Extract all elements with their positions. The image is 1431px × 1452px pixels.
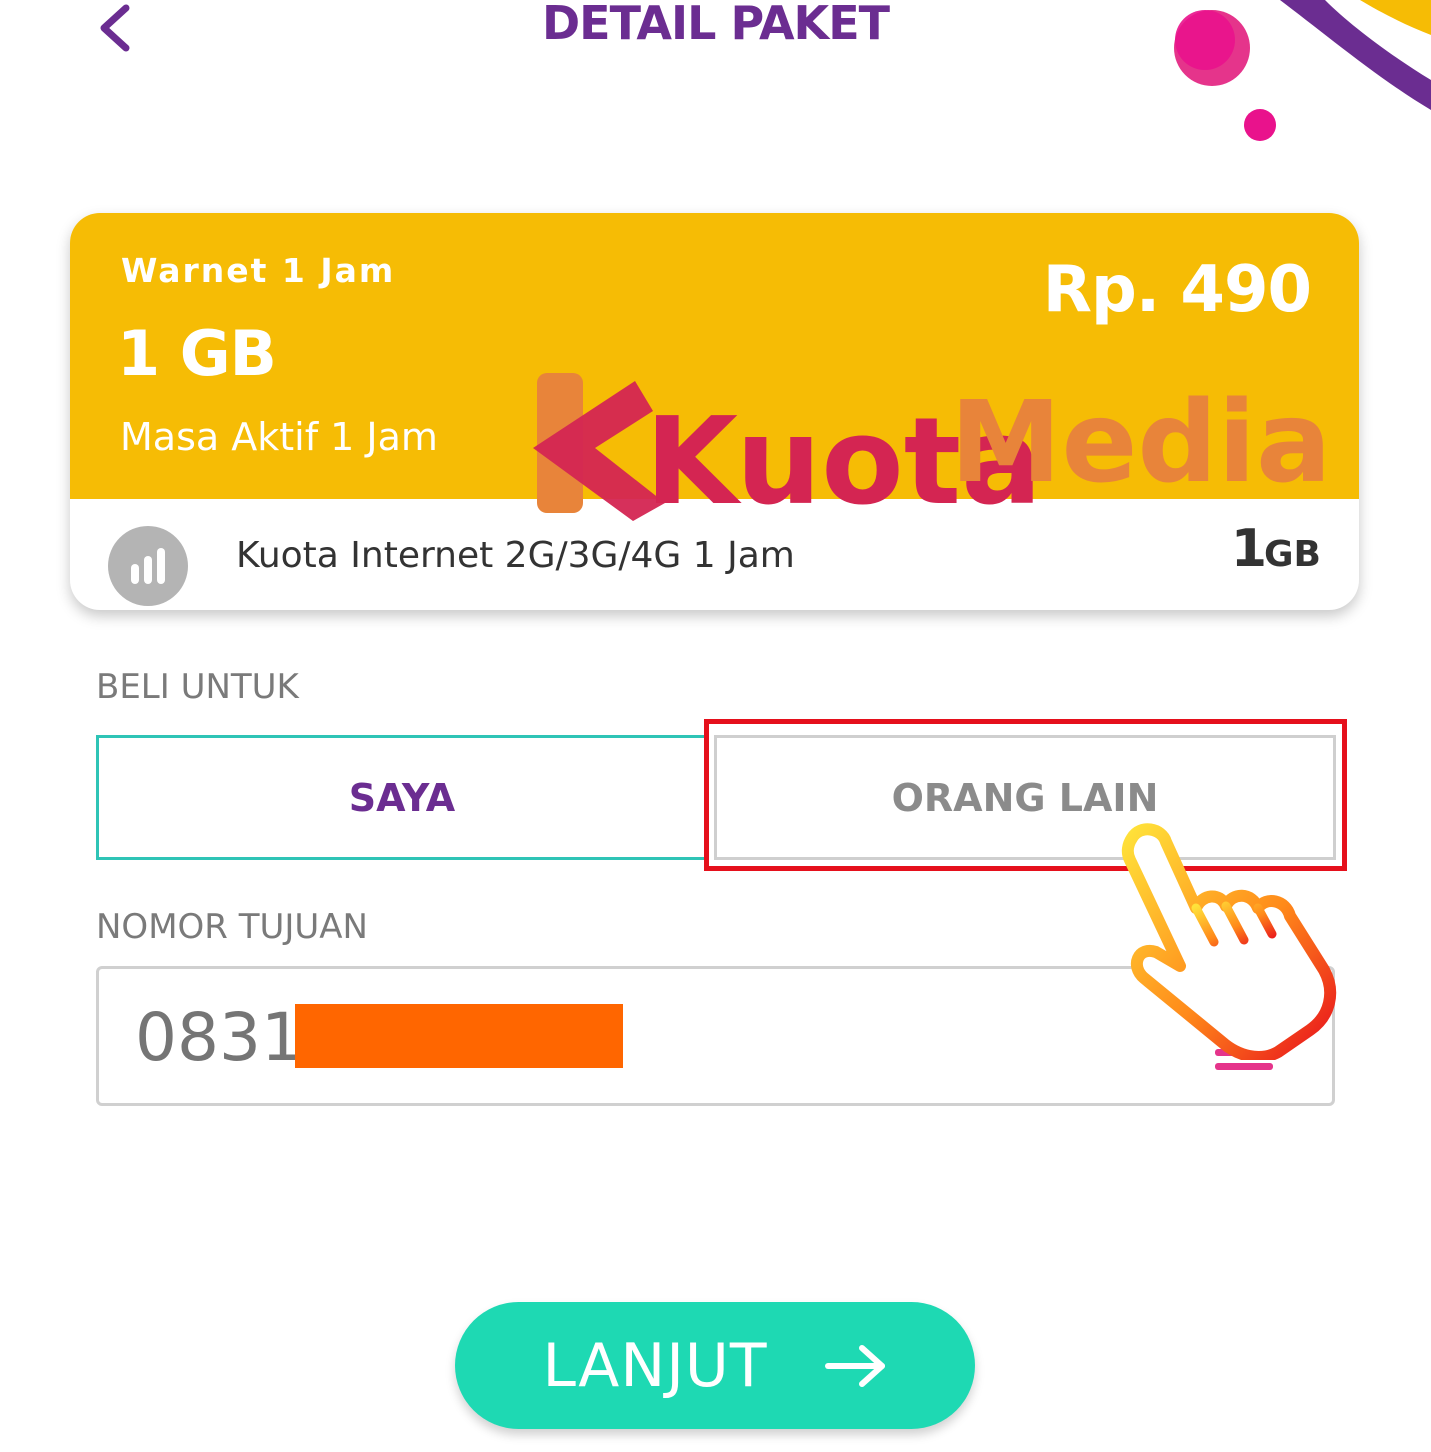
package-name: Warnet 1 Jam (121, 251, 396, 290)
package-size: 1 GB (117, 317, 277, 390)
package-active-period: Masa Aktif 1 Jam (120, 415, 438, 459)
package-card: Warnet 1 Jam 1 GB Masa Aktif 1 Jam Rp. 4… (70, 213, 1359, 610)
quota-amount-number: 1 (1230, 519, 1267, 579)
pointing-hand-icon (1121, 823, 1337, 1060)
decorative-shapes (1174, 0, 1431, 141)
buy-for-self-option[interactable]: SAYA (96, 735, 708, 860)
destination-number-label: NOMOR TUJUAN (96, 907, 368, 947)
quota-description: Kuota Internet 2G/3G/4G 1 Jam (236, 535, 795, 576)
signal-bars-icon (108, 526, 188, 606)
quota-amount: 1GB (1231, 519, 1321, 579)
quota-amount-unit: GB (1264, 534, 1321, 575)
continue-button-label: LANJUT (542, 1330, 768, 1401)
package-price: Rp. 490 (1042, 253, 1312, 327)
destination-number-value: 0831 (135, 999, 303, 1076)
buy-for-label: BELI UNTUK (96, 667, 299, 707)
arrow-right-icon (824, 1344, 885, 1387)
continue-button[interactable]: LANJUT (455, 1302, 975, 1429)
kuotamedia-watermark-logo: Kuota Media (533, 373, 1325, 523)
redaction-bar (295, 1004, 623, 1068)
svg-text:Media: Media (950, 378, 1325, 508)
